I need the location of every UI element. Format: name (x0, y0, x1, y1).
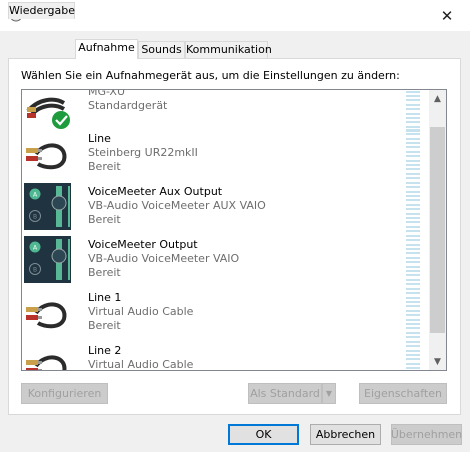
device-status: Bereit (88, 160, 121, 173)
level-meter (406, 288, 420, 338)
line-cable-icon (26, 355, 67, 370)
microphone-cable-icon (26, 97, 70, 129)
device-name: Line 1 (88, 291, 122, 304)
scroll-down-icon[interactable]: ▼ (429, 353, 446, 370)
tab-label: Sounds (141, 43, 182, 56)
tab-wiedergabe[interactable]: Wiedergabe (8, 2, 75, 19)
tab-kommunikation[interactable]: Kommunikation (185, 41, 272, 58)
chevron-down-icon[interactable]: ▼ (322, 383, 336, 404)
device-name: Line (88, 132, 111, 145)
tab-sounds[interactable]: Sounds (138, 41, 185, 58)
configure-button[interactable]: Konfigurieren (21, 383, 108, 404)
close-button[interactable]: ✕ (424, 0, 470, 31)
device-name: VoiceMeeter Output (88, 238, 198, 251)
device-list[interactable]: MG-XU Standardgerät Line Steinberg UR22m… (21, 89, 447, 371)
line-cable-icon (26, 302, 67, 329)
voicemeeter-icon: A B (24, 236, 71, 283)
list-item[interactable]: Line Steinberg UR22mkII Bereit (22, 127, 431, 180)
instruction-text: Wählen Sie ein Aufnahmegerät aus, um die… (21, 69, 400, 82)
device-status: Bereit (88, 319, 121, 332)
level-meter (406, 129, 420, 179)
tab-label: Wiedergabe (9, 4, 76, 17)
device-description: VB-Audio VoiceMeeter AUX VAIO (88, 199, 266, 212)
level-meter (406, 341, 420, 370)
voicemeeter-icon: A B (24, 183, 71, 230)
level-meter (406, 182, 420, 232)
device-description: Standardgerät (88, 99, 168, 112)
level-meter (406, 90, 420, 132)
set-default-button[interactable]: Als Standard (248, 383, 322, 404)
tab-label: Aufnahme (78, 41, 135, 54)
device-status: Bereit (88, 266, 121, 279)
close-icon: ✕ (440, 6, 454, 25)
device-description: Virtual Audio Cable (88, 305, 194, 318)
list-item[interactable]: Line 1 Virtual Audio Cable Bereit (22, 286, 431, 339)
device-description: VB-Audio VoiceMeeter VAIO (88, 252, 240, 265)
device-description: Virtual Audio Cable (88, 358, 194, 371)
svg-text:B: B (33, 214, 37, 221)
scroll-up-icon[interactable]: ▲ (429, 90, 446, 107)
line-cable-icon (26, 143, 67, 170)
device-description: Steinberg UR22mkII (88, 146, 198, 159)
ok-button[interactable]: OK (228, 424, 299, 445)
cancel-button[interactable]: Abbrechen (310, 424, 381, 445)
device-name: MG-XU (88, 89, 126, 98)
device-name: VoiceMeeter Aux Output (88, 185, 223, 198)
properties-button[interactable]: Eigenschaften (359, 383, 447, 404)
device-status: Bereit (88, 213, 121, 226)
device-name: Line 2 (88, 344, 122, 357)
apply-button[interactable]: Übernehmen (391, 424, 462, 445)
tab-aufnahme[interactable]: Aufnahme (75, 39, 138, 59)
vertical-scrollbar[interactable]: ▲ ▼ (429, 90, 446, 370)
level-meter (406, 235, 420, 285)
scroll-thumb[interactable] (430, 127, 445, 333)
svg-text:B: B (33, 267, 37, 274)
list-item[interactable]: Line 2 Virtual Audio Cable (22, 339, 431, 371)
list-item[interactable]: A B VoiceMeeter Aux Output VB-Audio Voic… (22, 180, 431, 233)
list-item[interactable]: A B VoiceMeeter Output VB-Audio VoiceMee… (22, 233, 431, 286)
tab-label: Kommunikation (186, 43, 272, 56)
